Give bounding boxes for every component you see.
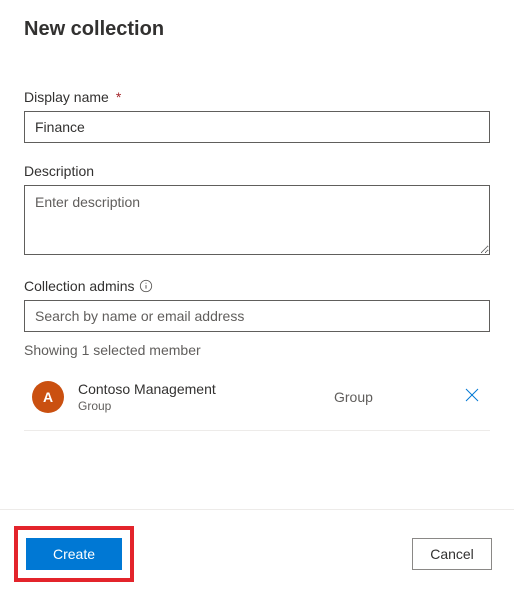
member-row: A Contoso Management Group Group [24,372,490,431]
create-button[interactable]: Create [26,538,122,570]
required-asterisk: * [116,89,121,105]
avatar: A [32,381,64,413]
description-label: Description [24,163,490,179]
collection-admins-label: Collection admins [24,278,490,294]
cancel-button[interactable]: Cancel [412,538,492,570]
admins-search-input[interactable] [24,300,490,332]
remove-member-button[interactable] [454,381,490,413]
collection-admins-field: Collection admins Showing 1 selected mem… [24,278,490,431]
description-label-text: Description [24,163,94,179]
close-icon [465,388,479,407]
display-name-input[interactable] [24,111,490,143]
description-input[interactable] [24,185,490,255]
create-highlight: Create [14,526,134,582]
member-name: Contoso Management [78,380,334,398]
member-subtype: Group [78,398,334,414]
info-icon[interactable] [139,279,153,293]
display-name-field: Display name * [24,89,490,143]
member-info: Contoso Management Group [78,380,334,414]
description-field: Description [24,163,490,258]
display-name-label: Display name * [24,89,490,105]
footer: Create Cancel [0,509,514,600]
page-title: New collection [24,18,490,41]
member-type: Group [334,389,454,405]
selected-members-status: Showing 1 selected member [24,342,490,358]
display-name-label-text: Display name [24,89,109,105]
collection-admins-label-text: Collection admins [24,278,135,294]
